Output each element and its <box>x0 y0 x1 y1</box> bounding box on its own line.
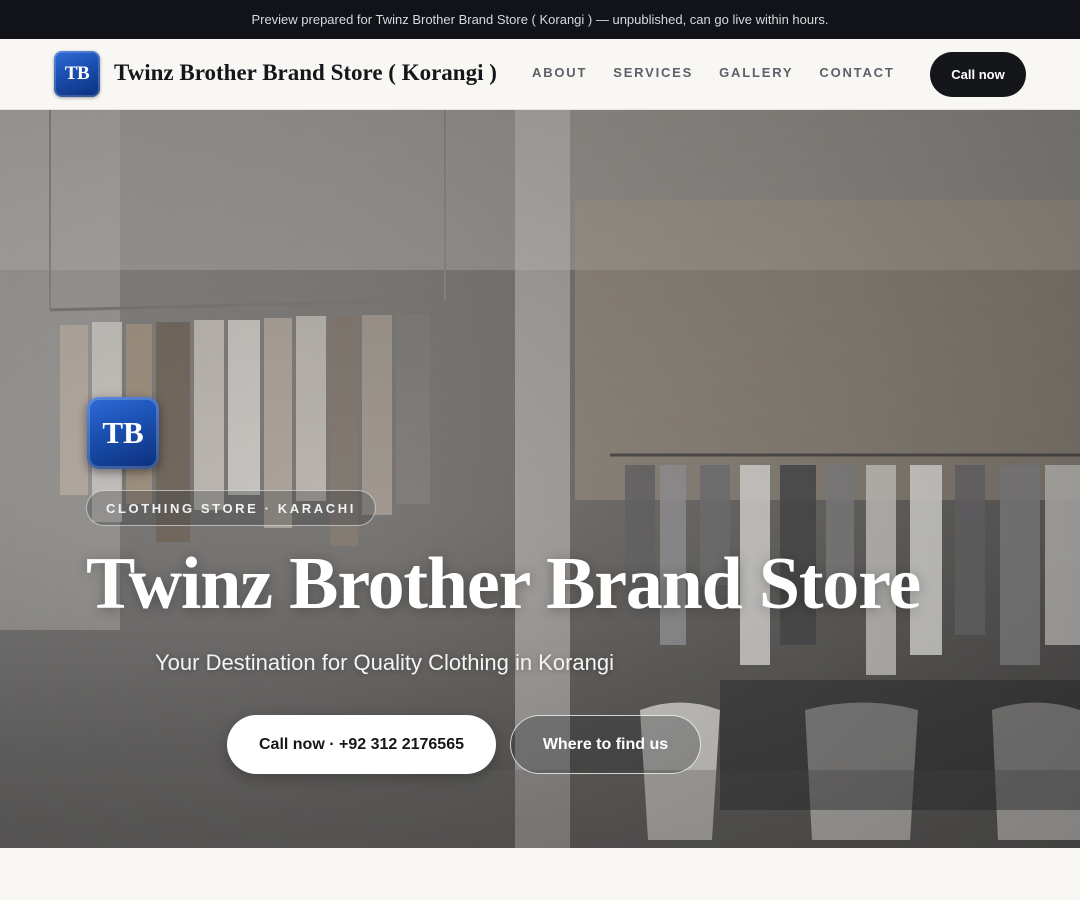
hero-category-badge: CLOTHING STORE · KARACHI <box>86 490 376 526</box>
nav-link-gallery[interactable]: GALLERY <box>719 65 793 80</box>
hero-logo: TB <box>87 397 159 469</box>
brand-logo[interactable]: TB <box>54 51 100 97</box>
preview-banner-text: Preview prepared for Twinz Brother Brand… <box>251 12 829 27</box>
hero-subtitle: Your Destination for Quality Clothing in… <box>155 650 615 675</box>
hero-title: Twinz Brother Brand Store <box>86 543 921 625</box>
brand-logo-text: TB <box>64 63 90 84</box>
preview-banner: Preview prepared for Twinz Brother Brand… <box>0 0 1080 39</box>
header-call-button[interactable]: Call now <box>930 52 1026 97</box>
next-section <box>0 848 1080 900</box>
site-header: TB Twinz Brother Brand Store ( Korangi )… <box>0 39 1080 110</box>
call-now-button[interactable]: Call now · +92 312 2176565 <box>227 715 496 774</box>
hero-section: TB CLOTHING STORE · KARACHI Twinz Brothe… <box>0 110 1080 848</box>
nav-link-contact[interactable]: CONTACT <box>819 65 894 80</box>
nav-link-services[interactable]: SERVICES <box>613 65 693 80</box>
where-to-find-us-button[interactable]: Where to find us <box>510 715 701 774</box>
main-nav: ABOUT SERVICES GALLERY CONTACT <box>532 65 895 80</box>
hero-logo-text: TB <box>102 415 144 450</box>
nav-link-about[interactable]: ABOUT <box>532 65 587 80</box>
brand-name[interactable]: Twinz Brother Brand Store ( Korangi ) <box>114 60 497 86</box>
